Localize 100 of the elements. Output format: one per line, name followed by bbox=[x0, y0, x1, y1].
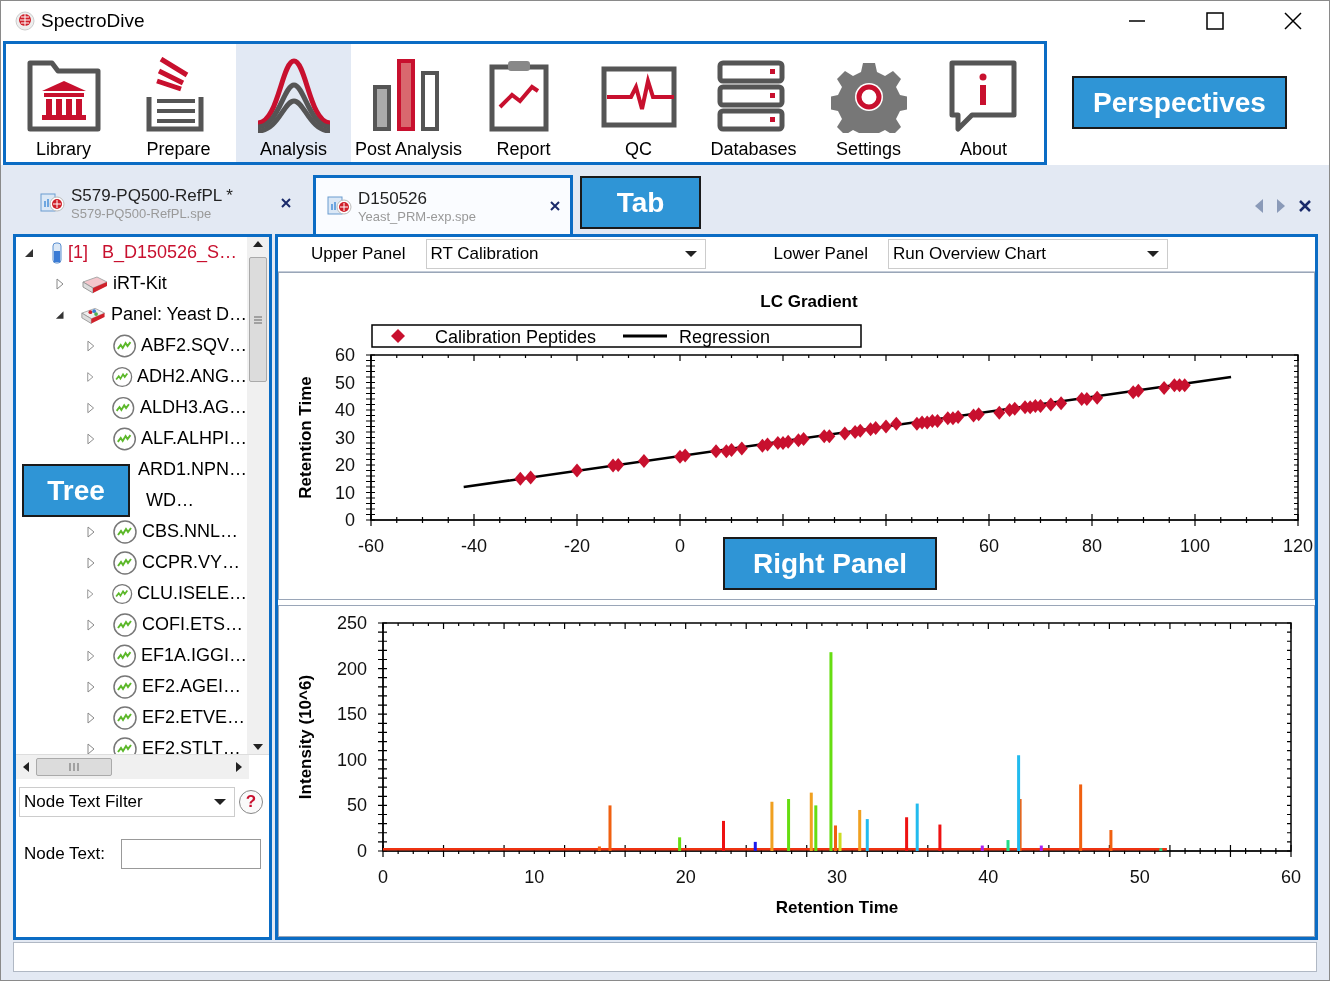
tick-label: 120 bbox=[1283, 536, 1313, 556]
tree-item[interactable]: ABF2.SQV… bbox=[140, 335, 247, 356]
collapse-arrow-icon[interactable] bbox=[55, 308, 65, 321]
perspective-button[interactable]: Post Analysis bbox=[351, 44, 466, 162]
expand-arrow-icon[interactable] bbox=[86, 618, 96, 631]
expand-arrow-icon[interactable] bbox=[86, 556, 96, 569]
perspective-button[interactable]: Analysis bbox=[236, 44, 351, 162]
tick-label: 80 bbox=[1082, 536, 1102, 556]
field-label: Lower Panel bbox=[773, 244, 869, 264]
tree-item[interactable]: B_D150526_S… bbox=[102, 242, 238, 263]
tree-item[interactable]: CCPR.VY… bbox=[142, 552, 240, 573]
perspective-button[interactable]: Report bbox=[466, 44, 581, 162]
input-field[interactable] bbox=[120, 839, 261, 869]
tree-item[interactable]: EF2.ETVE… bbox=[142, 707, 246, 728]
horizontal-scrollbar[interactable] bbox=[16, 755, 249, 779]
help-button[interactable]: ? bbox=[239, 790, 263, 814]
expand-arrow-icon[interactable] bbox=[86, 742, 96, 754]
expand-arrow-icon[interactable] bbox=[86, 587, 95, 600]
tree-item[interactable]: Panel: Yeast D… bbox=[110, 304, 247, 325]
expand-arrow-icon[interactable] bbox=[86, 680, 96, 693]
data-point bbox=[993, 405, 1006, 420]
tree-item[interactable]: WD… bbox=[146, 490, 194, 511]
data-point bbox=[524, 470, 537, 485]
tick-label: 0 bbox=[357, 841, 367, 861]
peak-bar bbox=[722, 820, 725, 851]
expand-arrow-icon[interactable] bbox=[86, 649, 96, 662]
tick-label: -20 bbox=[564, 536, 590, 556]
chromatogram-icon bbox=[112, 549, 138, 576]
expand-arrow-icon[interactable] bbox=[86, 525, 96, 538]
perspective-button[interactable]: Prepare bbox=[121, 44, 236, 162]
expand-arrow-icon[interactable] bbox=[86, 339, 96, 352]
expand-arrow-icon[interactable] bbox=[55, 277, 65, 290]
expand-arrow-icon[interactable] bbox=[86, 711, 96, 724]
tick-label: 30 bbox=[334, 427, 355, 448]
perspective-button[interactable]: About bbox=[926, 44, 1041, 162]
data-point bbox=[880, 419, 892, 434]
expand-arrow-icon[interactable] bbox=[86, 401, 96, 414]
tree-item[interactable]: COFI.ETS… bbox=[142, 614, 243, 635]
scroll-right-icon[interactable] bbox=[235, 761, 243, 773]
maximize-icon[interactable] bbox=[1206, 12, 1224, 30]
close-icon[interactable] bbox=[281, 198, 291, 208]
close-icon[interactable] bbox=[1284, 12, 1302, 30]
tree-item[interactable]: CBS.NNL… bbox=[142, 521, 239, 542]
tick-label: -60 bbox=[358, 536, 384, 556]
tree-item[interactable]: ALF.ALHPI… bbox=[140, 428, 247, 449]
app-logo-icon bbox=[15, 11, 35, 31]
expand-arrow-icon[interactable] bbox=[86, 370, 95, 383]
tree-item[interactable]: ALDH3.AG… bbox=[139, 397, 247, 418]
tick-label: 0 bbox=[675, 536, 685, 556]
tree-item[interactable]: EF1A.IGGI… bbox=[140, 645, 247, 666]
chromatogram-icon bbox=[111, 332, 137, 359]
dropdown-arrow-icon bbox=[214, 798, 226, 806]
scrollbar-thumb[interactable] bbox=[249, 257, 267, 382]
panel-dropdown[interactable]: Run Overview Chart bbox=[888, 239, 1169, 269]
perspective-button[interactable]: QC bbox=[581, 44, 696, 162]
perspective-button[interactable]: Library bbox=[6, 44, 121, 162]
axis-title: Retention Time bbox=[775, 898, 899, 917]
vertical-scrollbar[interactable] bbox=[247, 237, 269, 754]
peak-bar bbox=[753, 841, 757, 851]
perspective-button[interactable]: Settings bbox=[811, 44, 926, 162]
tab-filename: Yeast_PRM-exp.spe bbox=[358, 208, 478, 224]
legend-label: Calibration Peptides bbox=[435, 327, 597, 347]
tree-item[interactable]: EF2.STLT… bbox=[142, 738, 241, 754]
scrollbar-thumb[interactable] bbox=[36, 758, 112, 776]
callout-label: Right Panel bbox=[723, 537, 937, 590]
close-icon[interactable] bbox=[550, 201, 560, 211]
tree-item[interactable]: ARD1.NPN… bbox=[137, 459, 247, 480]
tree-item[interactable]: iRT-Kit bbox=[113, 273, 167, 294]
peak-bar bbox=[608, 805, 612, 851]
field-label: Node Text: bbox=[24, 844, 105, 864]
tick-label: 40 bbox=[978, 867, 999, 887]
data-point bbox=[838, 426, 851, 441]
filter-dropdown[interactable]: Node Text Filter bbox=[19, 787, 235, 817]
tree-item[interactable]: ADH2.ANG… bbox=[136, 366, 247, 387]
item-index: [1] bbox=[68, 242, 88, 263]
tree-item[interactable]: CLU.ISELE… bbox=[136, 583, 247, 604]
grip-icon bbox=[253, 314, 263, 325]
close-icon[interactable] bbox=[1299, 200, 1311, 212]
tick-label: 50 bbox=[346, 795, 367, 816]
data-point bbox=[972, 407, 985, 422]
perspective-button[interactable]: Databases bbox=[696, 44, 811, 162]
document-tab[interactable]: D150526 Yeast_PRM-exp.spe bbox=[313, 175, 573, 234]
peak-curves-icon bbox=[255, 57, 332, 133]
data-point bbox=[1158, 381, 1171, 395]
tick-label: 10 bbox=[524, 867, 545, 887]
data-point bbox=[869, 420, 882, 435]
data-point bbox=[782, 434, 795, 449]
tick-label: 60 bbox=[1281, 867, 1301, 887]
tab-title: D150526 bbox=[358, 188, 428, 209]
tick-label: 40 bbox=[334, 400, 355, 420]
data-point bbox=[823, 429, 836, 444]
document-tab[interactable]: S579-PQ500-RefPL * S579-PQ500-RefPL.spe bbox=[29, 175, 301, 231]
tree-item[interactable]: EF2.AGEI… bbox=[142, 676, 242, 697]
scroll-left-icon[interactable] bbox=[22, 761, 30, 773]
panel-dropdown[interactable]: RT Calibration bbox=[425, 239, 706, 269]
expand-arrow-icon[interactable] bbox=[86, 432, 96, 445]
dropdown-arrow-icon bbox=[1147, 250, 1160, 258]
data-point bbox=[679, 448, 692, 463]
tick-label: 20 bbox=[675, 867, 696, 887]
window-title: SpectroDive bbox=[41, 10, 146, 32]
